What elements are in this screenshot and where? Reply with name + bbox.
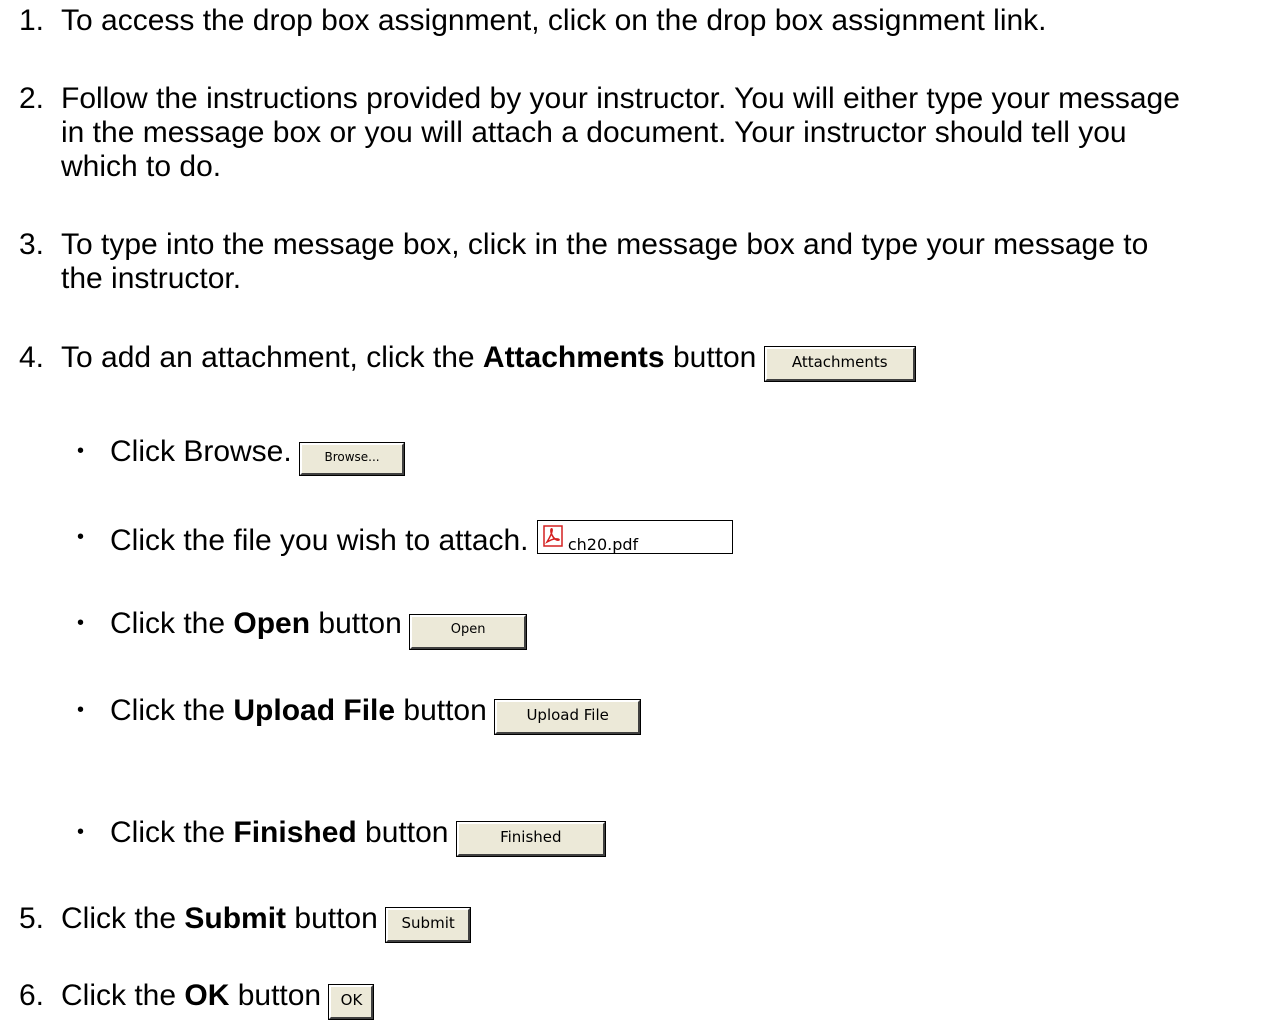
step-3: 3. To type into the message box, click i… [19,227,1148,262]
step-text: Follow the instructions provided by your… [61,82,1180,115]
step-4: 4. To add an attachment, click the Attac… [19,340,916,382]
finished-button[interactable]: Finished [455,821,606,857]
step-6: 6. Click the OK button OK [19,978,375,1020]
bold-label: Open [233,607,311,640]
file-item[interactable]: ch20.pdf [536,520,733,554]
browse-button[interactable]: Browse... [299,442,406,476]
step-text: To access the drop box assignment, click… [61,4,1047,37]
step-2-line-3: which to do. [61,150,222,183]
bold-label: Attachments [482,341,665,374]
step-text: Click the Submit button Submit [61,901,472,943]
step-number: 3. [19,228,45,261]
submit-button[interactable]: Submit [385,907,472,943]
bold-label: Upload File [233,694,396,727]
step-5: 5. Click the Submit button Submit [19,901,472,943]
open-button[interactable]: Open [409,614,528,650]
attachments-button[interactable]: Attachments [763,346,916,382]
step-text: Click the OK button OK [61,978,375,1020]
bold-label: Submit [184,902,287,935]
bullet: • [77,821,85,843]
bullet: • [77,440,85,462]
step-number: 4. [19,341,45,374]
file-name: ch20.pdf [567,535,639,554]
ok-button[interactable]: OK [328,984,375,1020]
step-2: 2. Follow the instructions provided by y… [19,81,1180,116]
bold-label: OK [184,979,230,1012]
step-1: 1. To access the drop box assignment, cl… [19,3,1047,38]
step-number: 5. [19,902,45,935]
bullet: • [77,699,85,721]
pdf-file-icon [543,525,563,547]
bold-label: Finished [233,816,357,849]
step-text: To add an attachment, click the Attachme… [61,340,916,382]
bullet: • [77,526,85,548]
bullet: • [77,612,85,634]
step-3-line-2: the instructor. [61,262,242,295]
step-number: 2. [19,82,45,115]
step-number: 1. [19,4,45,37]
step-number: 6. [19,979,45,1012]
step-text: To type into the message box, click in t… [61,228,1149,261]
step-2-line-2: in the message box or you will attach a … [61,116,1127,149]
upload-file-button[interactable]: Upload File [494,699,642,735]
